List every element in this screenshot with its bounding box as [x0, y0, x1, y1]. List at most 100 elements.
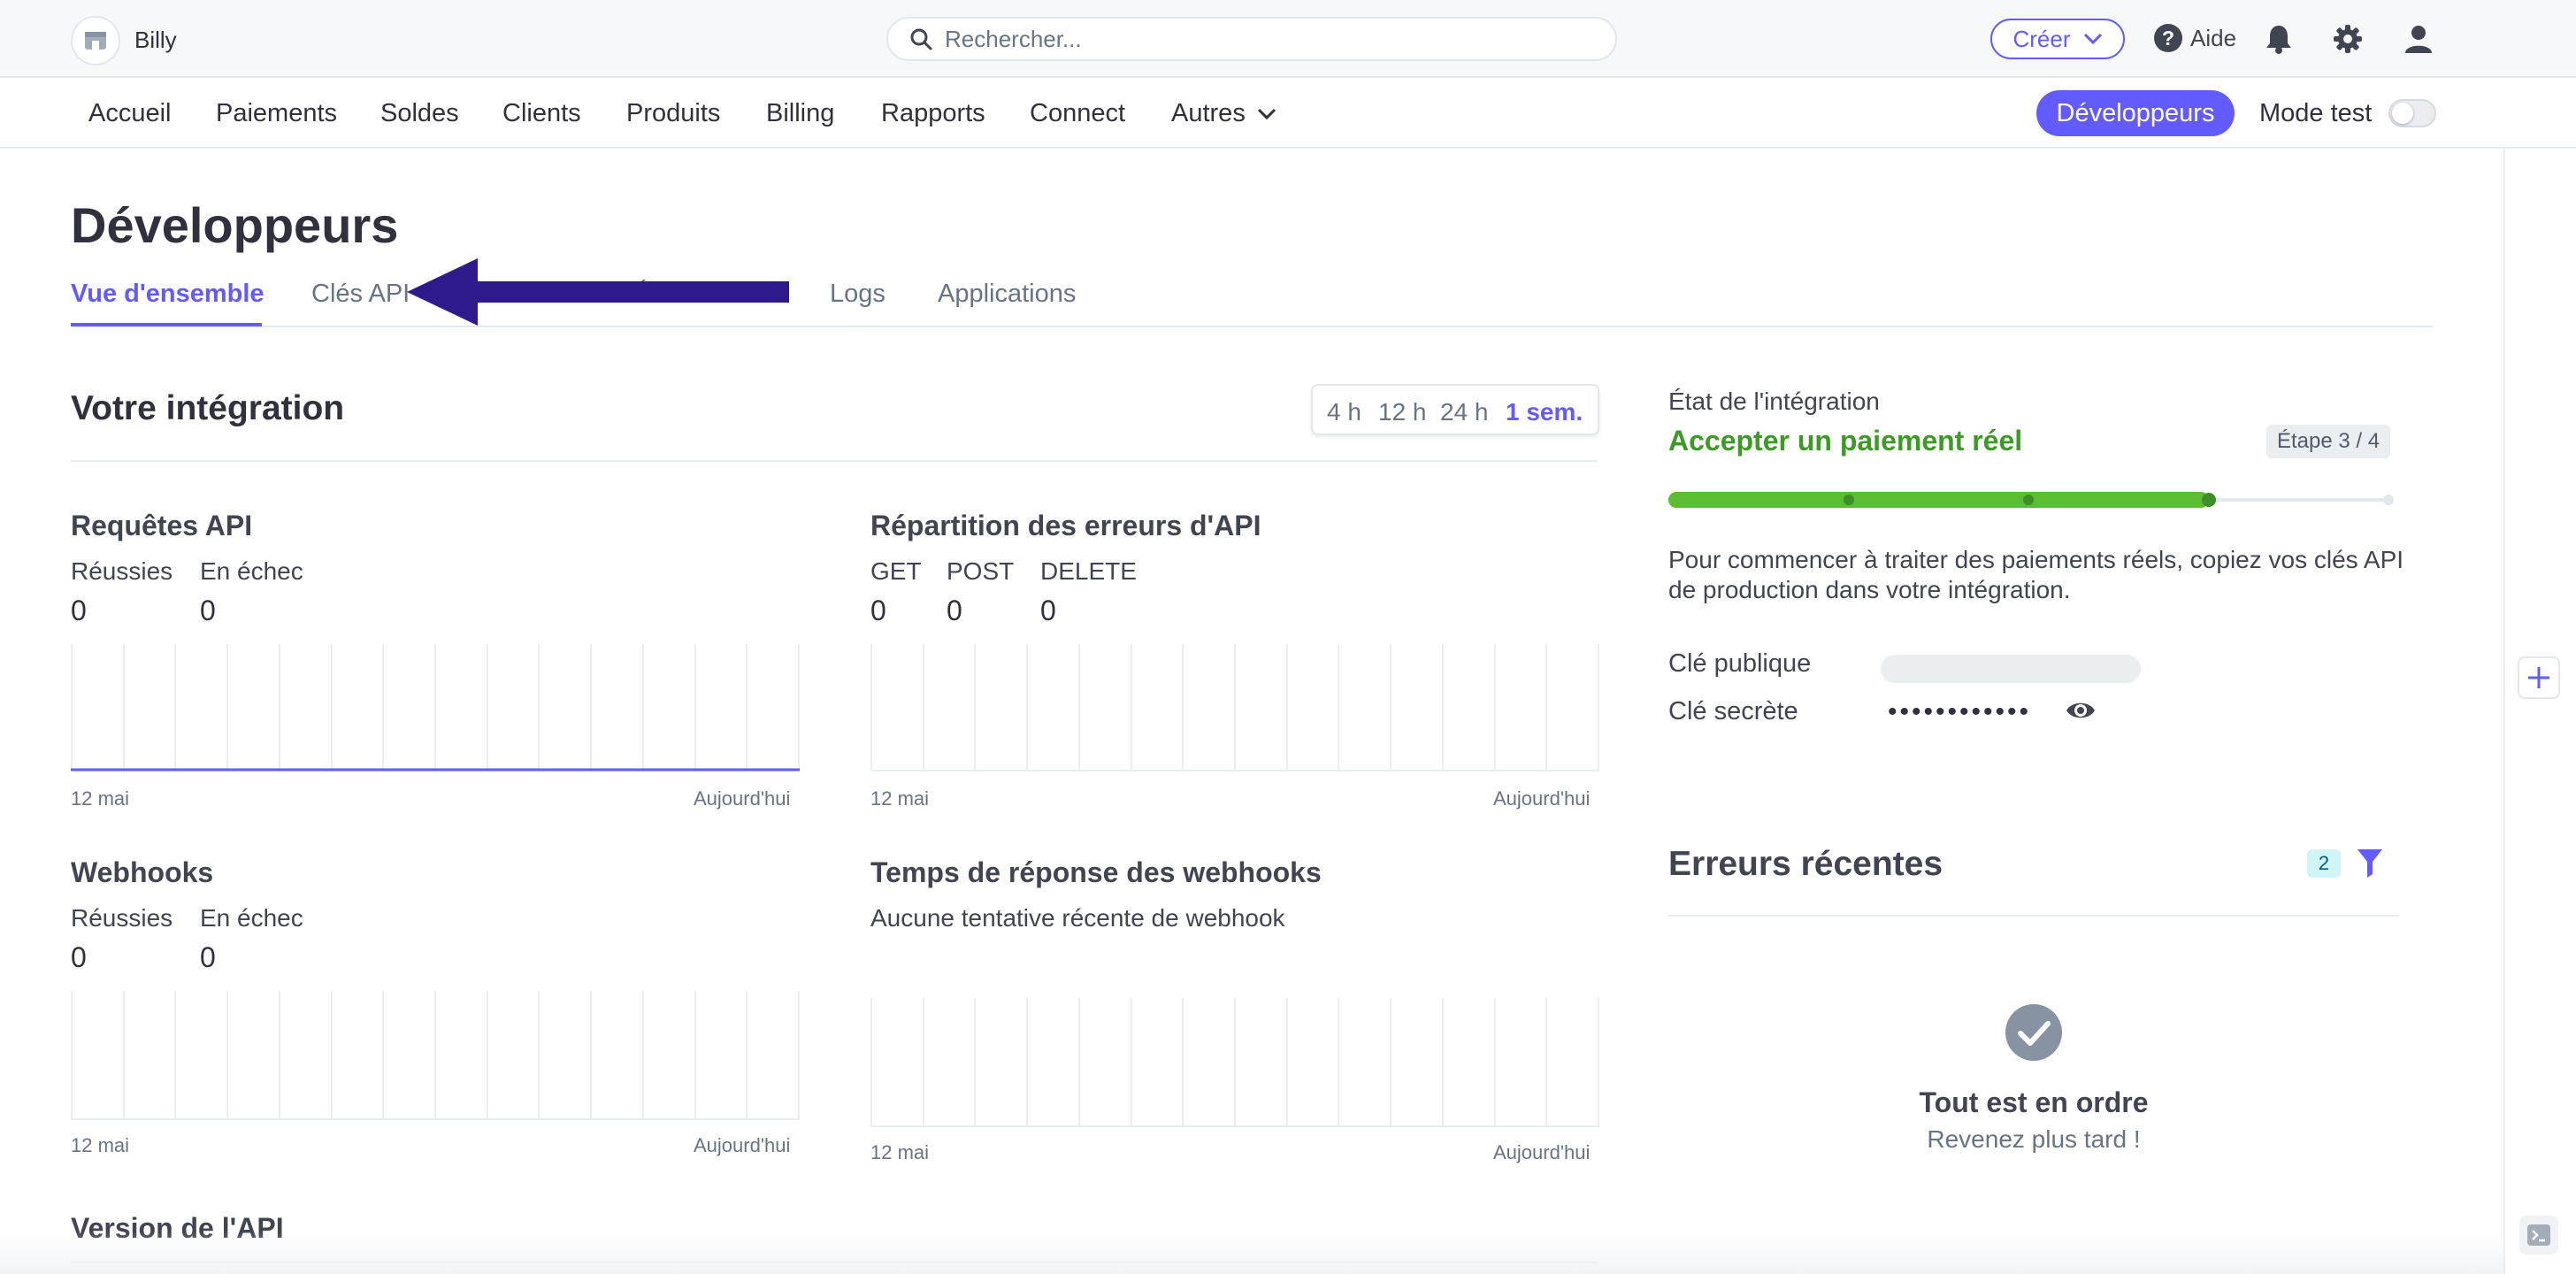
bell-icon — [2266, 26, 2291, 54]
check-circle-icon — [2005, 1004, 2062, 1061]
console-button[interactable] — [2519, 1216, 2558, 1255]
webhooks-success-label: Réussies — [71, 904, 173, 932]
webhooks-success-value: 0 — [71, 941, 87, 973]
nav-item-home[interactable]: Accueil — [88, 99, 172, 128]
integration-status-title: État de l'intégration — [1668, 388, 1880, 415]
secret-key-value[interactable]: •••••••••••• — [1888, 697, 2031, 727]
progress-step-dot — [2023, 495, 2034, 505]
public-key-value[interactable] — [1881, 655, 2141, 683]
store-icon — [85, 32, 106, 50]
nav-item-balances[interactable]: Soldes — [380, 99, 459, 128]
terminal-icon — [2527, 1224, 2550, 1246]
filter-icon[interactable] — [2357, 848, 2383, 878]
tab-logs[interactable]: Logs — [830, 280, 886, 309]
webhooks-failed-value: 0 — [200, 941, 216, 973]
nav-item-billing[interactable]: Billing — [766, 99, 834, 128]
api-errors-delete-label: DELETE — [1040, 557, 1137, 585]
api-errors-x-start: 12 mai — [870, 787, 930, 810]
errors-divider — [1668, 915, 2399, 917]
webhook-response-chart — [870, 998, 1599, 1127]
create-label: Créer — [2012, 25, 2071, 52]
main-nav: Accueil Paiements Soldes Clients Produit… — [0, 78, 2576, 149]
tab-api-keys[interactable]: Clés API — [311, 280, 410, 309]
chevron-down-icon — [1257, 108, 1276, 119]
annotation-arrow — [407, 258, 789, 326]
api-errors-delete-value: 0 — [1040, 595, 1056, 626]
api-requests-success-label: Réussies — [71, 557, 173, 585]
progress-step-dot — [2383, 495, 2394, 505]
api-errors-post-label: POST — [947, 557, 1015, 585]
api-errors-chart — [870, 644, 1599, 771]
search-input[interactable] — [945, 25, 1582, 53]
scroll-fade — [0, 1232, 2503, 1274]
help-icon: ? — [2154, 24, 2182, 52]
progress-step-dot — [1843, 495, 1854, 505]
webhook-response-title[interactable]: Temps de réponse des webhooks — [870, 856, 1322, 889]
api-errors-x-end: Aujourd'hui — [1493, 787, 1591, 810]
integration-step-title: Accepter un paiement réel — [1668, 425, 2023, 457]
api-errors-get-value: 0 — [870, 595, 886, 626]
integration-progress-fill — [1668, 492, 2209, 508]
range-option-1w[interactable]: 1 sem. — [1506, 398, 1583, 426]
webhook-response-empty-text: Aucune tentative récente de webhook — [870, 904, 1285, 932]
account-name[interactable]: Billy — [134, 27, 177, 54]
section-divider — [71, 460, 1598, 462]
secret-key-label: Clé secrète — [1668, 697, 1798, 725]
all-clear-subtitle: Revenez plus tard ! — [1927, 1125, 2141, 1153]
svg-text:?: ? — [2162, 27, 2174, 50]
time-range-selector: 4 h 12 h 24 h 1 sem. — [1311, 384, 1599, 435]
integration-progress-bar — [1668, 492, 2394, 508]
webhooks-failed-label: En échec — [200, 904, 303, 932]
top-bar: Billy Créer ? Aide — [0, 0, 2576, 78]
api-errors-title[interactable]: Répartition des erreurs d'API — [870, 510, 1261, 542]
api-errors-post-value: 0 — [947, 595, 962, 626]
api-requests-failed-label: En échec — [200, 557, 303, 585]
tab-overview[interactable]: Vue d'ensemble — [71, 280, 264, 309]
right-rail — [2503, 149, 2576, 1274]
nav-item-more-label: Autres — [1171, 99, 1246, 127]
integration-title: Votre intégration — [71, 389, 345, 427]
nav-item-reports[interactable]: Rapports — [881, 99, 985, 128]
api-requests-x-start: 12 mai — [71, 787, 130, 810]
help-button[interactable]: ? Aide — [2153, 23, 2236, 53]
nav-item-customers[interactable]: Clients — [502, 99, 581, 128]
chevron-down-icon — [2083, 33, 2102, 45]
progress-step-dot — [2201, 493, 2216, 507]
account-logo[interactable] — [71, 16, 120, 65]
webhooks-x-start: 12 mai — [71, 1134, 130, 1156]
api-errors-get-label: GET — [870, 557, 922, 585]
api-requests-x-end: Aujourd'hui — [694, 787, 791, 810]
test-mode-label: Mode test — [2259, 99, 2373, 127]
eye-icon[interactable] — [2065, 697, 2097, 724]
range-option-12h[interactable]: 12 h — [1378, 398, 1427, 426]
api-requests-chart — [71, 644, 800, 771]
nav-item-more[interactable]: Autres — [1171, 99, 1277, 128]
public-key-label: Clé publique — [1668, 649, 1812, 678]
test-mode-toggle[interactable] — [2388, 99, 2436, 127]
help-label: Aide — [2190, 24, 2237, 51]
webhooks-title[interactable]: Webhooks — [71, 856, 213, 889]
nav-item-payments[interactable]: Paiements — [216, 99, 337, 128]
search-bar[interactable] — [886, 17, 1617, 61]
settings-button[interactable] — [2330, 21, 2365, 57]
add-shortcut-button[interactable] — [2518, 656, 2560, 699]
all-clear-title: Tout est en ordre — [1919, 1086, 2149, 1118]
webhook-response-x-start: 12 mai — [870, 1141, 930, 1163]
search-icon — [910, 28, 932, 50]
api-requests-success-value: 0 — [71, 595, 87, 626]
notifications-button[interactable] — [2261, 21, 2296, 57]
create-button[interactable]: Créer — [1990, 19, 2125, 59]
gear-icon — [2334, 25, 2362, 53]
profile-button[interactable] — [2401, 21, 2436, 57]
step-badge: Étape 3 / 4 — [2266, 425, 2391, 458]
range-option-4h[interactable]: 4 h — [1327, 398, 1361, 426]
recent-errors-title: Erreurs récentes — [1668, 845, 1944, 883]
developers-button[interactable]: Développeurs — [2036, 90, 2235, 136]
api-requests-title[interactable]: Requêtes API — [71, 510, 252, 542]
user-icon — [2405, 26, 2432, 53]
nav-item-connect[interactable]: Connect — [1030, 99, 1125, 128]
nav-item-products[interactable]: Produits — [626, 99, 720, 128]
integration-description: Pour commencer à traiter des paiements r… — [1668, 546, 2404, 603]
range-option-24h[interactable]: 24 h — [1440, 398, 1489, 426]
tab-applications[interactable]: Applications — [938, 280, 1076, 309]
